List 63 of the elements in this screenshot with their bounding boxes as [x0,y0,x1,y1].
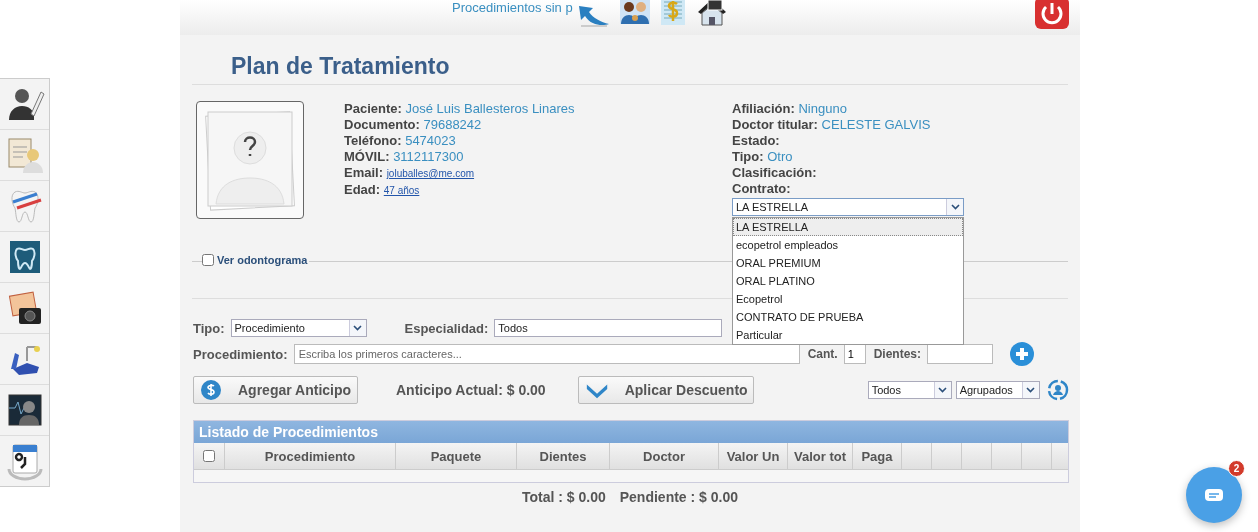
filter-select[interactable]: Todos [867,381,952,399]
teeth-field[interactable] [926,344,993,364]
column-header[interactable]: Paquete [396,443,517,469]
column-header[interactable]: Procedimiento [225,443,396,469]
table-title: Listado de Procedimientos [194,421,1068,443]
field-label: Edad: [344,182,381,197]
contract-select[interactable]: LA ESTRELLA [732,198,964,216]
chat-icon [1204,487,1224,503]
power-button-icon[interactable] [1034,0,1070,30]
dropdown-option[interactable]: Particular [733,326,963,344]
field-label: Especialidad: [404,320,489,336]
dropdown-option[interactable]: ecopetrol empleados [733,236,963,254]
specialty-select[interactable]: Todos [494,319,723,337]
field-label: Dientes: [873,347,921,361]
odontogram-checkbox[interactable] [202,254,214,266]
patient-field: MÓVIL: 3112117300 [344,149,704,165]
age-link[interactable]: 47 años [383,185,420,196]
caret-icon [950,204,960,210]
field-label: Procedimiento: [193,346,288,362]
caret-icon [938,387,948,393]
field-label: Email: [344,165,383,180]
total-amount: Total : $ 0.00 [521,489,606,505]
grouping-select[interactable]: Agrupados [955,381,1040,399]
patient-field: Contrato: [732,181,972,197]
refresh-user-icon[interactable] [1046,379,1069,401]
add-advance-button[interactable]: Agregar Anticipo [193,376,358,404]
patient-field: Paciente: José Luis Ballesteros Linares [344,101,704,117]
pending-amount: Pendiente : $ 0.00 [619,489,739,505]
dropdown-option[interactable]: LA ESTRELLA [733,218,963,236]
dropdown-option[interactable]: ORAL PLATINO [733,272,963,290]
dropdown-option[interactable]: CONTRATO DE PRUEBA [733,308,963,326]
caret-icon [1026,387,1036,393]
patient-field: Teléfono: 5474023 [344,133,704,149]
notification-badge: 2 [1228,460,1245,477]
select-all-checkbox[interactable] [203,450,215,462]
column-header[interactable]: Valor tot [788,443,853,469]
dropdown-option[interactable]: ORAL PREMIUM [733,254,963,272]
caret-icon [353,325,363,331]
dropdown-option[interactable]: Ecopetrol [733,290,963,308]
patient-field: Estado: [732,133,972,149]
checkbox-label: Ver odontograma [217,254,308,266]
type-select[interactable]: Procedimiento [230,319,367,337]
unpaid-procedures-link[interactable]: Procedimientos sin p [452,0,573,15]
dollar-coin-icon [200,379,222,401]
advance-amount: Anticipo Actual: $ 0.00 [396,382,546,398]
field-label: Tipo: [193,320,225,336]
quantity-field[interactable]: 1 [843,344,866,364]
column-header[interactable]: Doctor [610,443,719,469]
field-label: Cant. [807,347,838,361]
add-icon[interactable] [1008,341,1035,367]
column-header[interactable]: Valor Un [719,443,788,469]
email-link[interactable]: joluballes@me.com [386,168,475,179]
page-title: Plan de Tratamiento [230,52,451,80]
patient-field: Tipo: Otro [732,149,972,165]
procedure-search-field[interactable]: Escriba los primeros caracteres... [293,344,800,364]
apply-discount-button[interactable]: Aplicar Descuento [577,376,754,404]
patient-field: Afiliación: Ninguno [732,101,972,117]
people-icon[interactable] [618,0,651,26]
patient-field: Documento: 79688242 [344,117,704,133]
patient-field: Clasificación: [732,165,972,181]
column-header[interactable]: Paga [853,443,902,469]
column-header[interactable]: Dientes [517,443,610,469]
patient-field: Doctor titular: CELESTE GALVIS [732,117,972,133]
